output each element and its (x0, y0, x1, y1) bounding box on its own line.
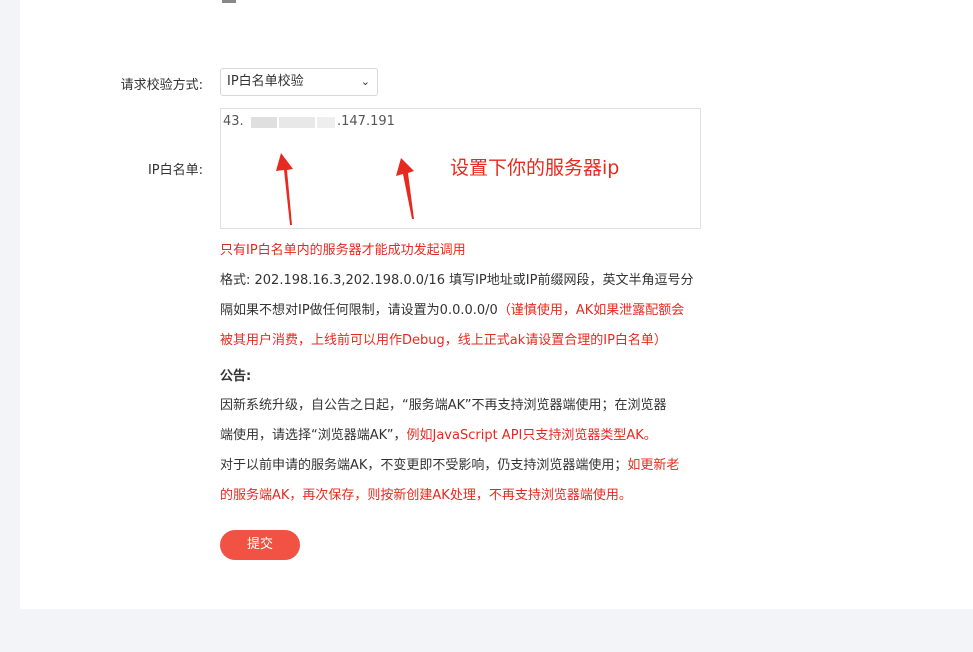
format-line-3-warning: 被其用户消费，上线前可以用作Debug，线上正式ak请设置合理的IP白名单） (220, 333, 667, 348)
notice-line-1: 因新系统升级，自公告之日起，“服务端AK”不再支持浏览器端使用；在浏览器 (220, 398, 667, 413)
notice-line-3: 对于以前申请的服务端AK，不变更即不受影响，仍支持浏览器端使用；如更新老 (220, 451, 730, 481)
format-line-2: 隔如果不想对IP做任何限制，请设置为0.0.0.0/0（谨慎使用，AK如果泄露配… (220, 296, 730, 326)
whitelist-notice: 只有IP白名单内的服务器才能成功发起调用 (220, 243, 466, 258)
ip-value-suffix: .147.191 (337, 114, 395, 129)
notice-body: 因新系统升级，自公告之日起，“服务端AK”不再支持浏览器端使用；在浏览器 端使用… (220, 391, 730, 511)
notice-line-3-text: 对于以前申请的服务端AK，不变更即不受影响，仍支持浏览器端使用； (220, 458, 628, 473)
chevron-down-icon: ⌄ (360, 75, 370, 88)
notice-line-2: 端使用，请选择“浏览器端AK”，例如JavaScript API只支持浏览器类型… (220, 421, 730, 451)
redacted-mask (279, 117, 315, 128)
verify-method-select[interactable]: IP白名单校验 ⌄ (220, 68, 378, 96)
format-help: 格式: 202.198.16.3,202.198.0.0/16 填写IP地址或I… (220, 266, 730, 356)
ip-whitelist-label: IP白名单: (147, 163, 203, 178)
redacted-mask (251, 117, 277, 128)
notice-line-4-warning: 的服务端AK，再次保存，则按新创建AK处理，不再支持浏览器端使用。 (220, 488, 632, 503)
ip-value-prefix: 43. (223, 114, 244, 129)
top-divider-mark (222, 0, 236, 3)
notice-title: 公告: (220, 369, 252, 384)
submit-button[interactable]: 提交 (220, 530, 300, 560)
verify-method-value: IP白名单校验 (227, 74, 304, 89)
format-line-1: 格式: 202.198.16.3,202.198.0.0/16 填写IP地址或I… (220, 273, 694, 288)
annotation-text: 设置下你的服务器ip (450, 157, 620, 179)
notice-line-3-warning: 如更新老 (627, 458, 680, 473)
notice-line-2-text: 端使用，请选择“浏览器端AK”， (220, 428, 407, 443)
format-line-2-warning: （谨慎使用，AK如果泄露配额会 (497, 303, 685, 318)
notice-line-2-warning: 例如JavaScript API只支持浏览器类型AK。 (406, 428, 657, 443)
format-line-2-text: 隔如果不想对IP做任何限制，请设置为0.0.0.0/0 (220, 303, 498, 318)
redacted-mask (317, 117, 335, 128)
verify-method-label: 请求校验方式: (120, 78, 203, 93)
